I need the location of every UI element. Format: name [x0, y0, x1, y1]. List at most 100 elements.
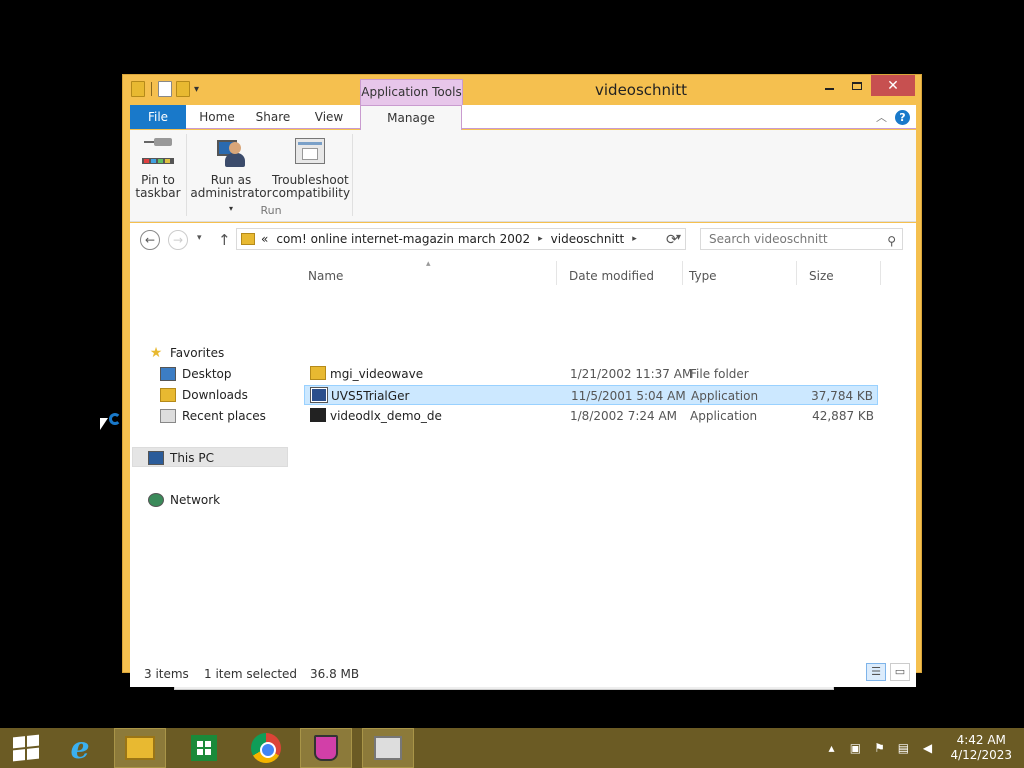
- column-type[interactable]: Type: [689, 269, 717, 283]
- recent-places-icon: [160, 409, 176, 423]
- search-placeholder: Search videoschnitt: [709, 232, 828, 246]
- contextual-tab-label: Application Tools: [360, 79, 463, 105]
- search-input[interactable]: Search videoschnitt ⚲: [700, 228, 903, 250]
- clock[interactable]: 4:42 AM 4/12/2023: [950, 733, 1012, 763]
- customize-qat-icon[interactable]: ▾: [194, 84, 199, 95]
- folder-icon: [131, 81, 145, 97]
- pin-icon: [142, 136, 174, 168]
- status-size: 36.8 MB: [310, 667, 360, 681]
- sort-ascending-icon: ▴: [426, 259, 431, 269]
- taskbar-paint-app[interactable]: [300, 728, 352, 768]
- address-bar[interactable]: « com! online internet-magazin march 200…: [236, 228, 686, 250]
- status-bar: 3 items 1 item selected 36.8 MB ☰ ▭: [130, 659, 916, 687]
- tab-file[interactable]: File: [130, 105, 186, 129]
- nav-network[interactable]: Network: [148, 490, 220, 510]
- network-icon: [148, 493, 164, 507]
- recent-locations-icon[interactable]: ▾: [197, 233, 202, 243]
- nav-desktop[interactable]: Desktop: [160, 364, 232, 384]
- downloads-icon: [160, 388, 176, 402]
- quick-access-toolbar: ▾: [131, 81, 199, 97]
- details-view-button[interactable]: ☰: [866, 663, 886, 681]
- breadcrumb-current[interactable]: videoschnitt: [551, 232, 625, 246]
- explorer-window: ▾ Application Tools videoschnitt ✕ File …: [122, 74, 922, 687]
- search-icon[interactable]: ⚲: [887, 231, 896, 251]
- minimize-ribbon-icon[interactable]: ︿: [876, 109, 887, 125]
- table-row[interactable]: mgi_videowave 1/21/2002 11:37 AM File fo…: [304, 364, 878, 384]
- tab-share[interactable]: Share: [248, 105, 298, 129]
- chevron-right-icon[interactable]: ▸: [538, 234, 543, 244]
- chevron-right-icon[interactable]: ▸: [632, 234, 637, 244]
- busy-indicator-icon: [109, 413, 121, 425]
- minimize-button[interactable]: [815, 75, 843, 96]
- pin-label-2: taskbar: [135, 186, 181, 200]
- troubleshoot-compatibility-button[interactable]: Troubleshoot compatibility: [272, 136, 351, 200]
- chrome-icon: [251, 733, 281, 763]
- file-explorer-icon: [125, 736, 155, 760]
- taskbar-store[interactable]: [178, 728, 230, 768]
- computer-icon: [148, 451, 164, 465]
- new-folder-icon[interactable]: [176, 81, 190, 97]
- action-center-flag-icon[interactable]: ⚑: [872, 742, 886, 754]
- nav-favorites[interactable]: ★ Favorites: [148, 343, 225, 363]
- properties-icon[interactable]: [158, 81, 172, 97]
- system-tray: ▴ ▣ ⚑ ▤ ◀ 4:42 AM 4/12/2023: [824, 728, 1012, 768]
- tab-home[interactable]: Home: [192, 105, 242, 129]
- taskbar-file-explorer[interactable]: [114, 728, 166, 768]
- close-button[interactable]: ✕: [871, 75, 915, 96]
- nav-this-pc[interactable]: This PC: [148, 448, 214, 468]
- column-size[interactable]: Size: [809, 269, 834, 283]
- internet-explorer-icon: e: [70, 730, 90, 766]
- folder-icon: [241, 233, 255, 245]
- table-row-selected[interactable]: UVS5TrialGer 11/5/2001 5:04 AM Applicati…: [304, 385, 878, 405]
- ribbon-group-label: Run: [260, 204, 282, 217]
- pin-to-taskbar-button[interactable]: Pin to taskbar: [134, 136, 182, 200]
- navigation-pane: ★ Favorites Desktop Downloads Recent plac…: [130, 257, 296, 659]
- star-icon: ★: [149, 345, 163, 361]
- up-button[interactable]: ↑: [218, 231, 231, 249]
- help-icon[interactable]: ?: [895, 109, 910, 125]
- nav-downloads[interactable]: Downloads: [160, 385, 248, 405]
- maximize-button[interactable]: [843, 75, 871, 96]
- desktop-icon: [160, 367, 176, 381]
- status-selected: 1 item selected: [204, 667, 298, 681]
- store-icon: [191, 735, 217, 761]
- refresh-icon[interactable]: ⟳: [666, 232, 678, 248]
- forward-button[interactable]: →: [168, 230, 188, 250]
- application-icon: [310, 387, 328, 403]
- show-hidden-icons-icon[interactable]: ▴: [824, 742, 838, 754]
- paint-bucket-icon: [314, 735, 338, 761]
- taskbar-chrome[interactable]: [240, 728, 292, 768]
- mouse-cursor: [100, 418, 108, 430]
- taskbar-application[interactable]: [362, 728, 414, 768]
- nav-recent-places[interactable]: Recent places: [160, 406, 266, 426]
- column-name[interactable]: Name: [308, 269, 343, 283]
- clock-time: 4:42 AM: [956, 733, 1006, 747]
- windows-logo-icon: [13, 734, 39, 762]
- tab-view[interactable]: View: [304, 105, 354, 129]
- breadcrumb-parent[interactable]: com! online internet-magazin march 2002: [276, 232, 530, 246]
- run-as-admin-icon: [215, 136, 247, 168]
- breadcrumb-overflow[interactable]: «: [261, 232, 268, 246]
- content-area: ★ Favorites Desktop Downloads Recent plac…: [130, 257, 916, 659]
- navigation-bar: ← → ▾ ↑ « com! online internet-magazin m…: [130, 223, 916, 257]
- volume-muted-icon[interactable]: ◀: [920, 742, 934, 754]
- ribbon-manage-panel: Pin to taskbar Run as administrator ▾ Tr…: [130, 130, 916, 222]
- back-button[interactable]: ←: [140, 230, 160, 250]
- ribbon-tabs: File Home Share View Manage ︿ ?: [130, 105, 916, 130]
- network-tray-icon[interactable]: ▤: [896, 742, 910, 754]
- file-list: ▴ Name Date modified Type Size mgi_video…: [302, 257, 916, 659]
- application-icon: [310, 408, 326, 422]
- troubleshoot-label-2: compatibility: [272, 186, 351, 200]
- taskbar-internet-explorer[interactable]: e: [54, 728, 106, 768]
- column-date[interactable]: Date modified: [569, 269, 654, 283]
- table-row[interactable]: videodlx_demo_de 1/8/2002 7:24 AM Applic…: [304, 406, 878, 426]
- folder-icon: [310, 366, 326, 380]
- tab-manage[interactable]: Manage: [360, 105, 462, 130]
- run-label-2: administrator: [190, 186, 272, 200]
- troubleshoot-icon: [294, 136, 326, 168]
- start-button[interactable]: [0, 728, 52, 768]
- title-bar[interactable]: ▾ Application Tools videoschnitt ✕: [123, 75, 921, 105]
- large-icons-view-button[interactable]: ▭: [890, 663, 910, 681]
- keyboard-icon[interactable]: ▣: [848, 742, 862, 754]
- status-item-count: 3 items: [144, 667, 189, 681]
